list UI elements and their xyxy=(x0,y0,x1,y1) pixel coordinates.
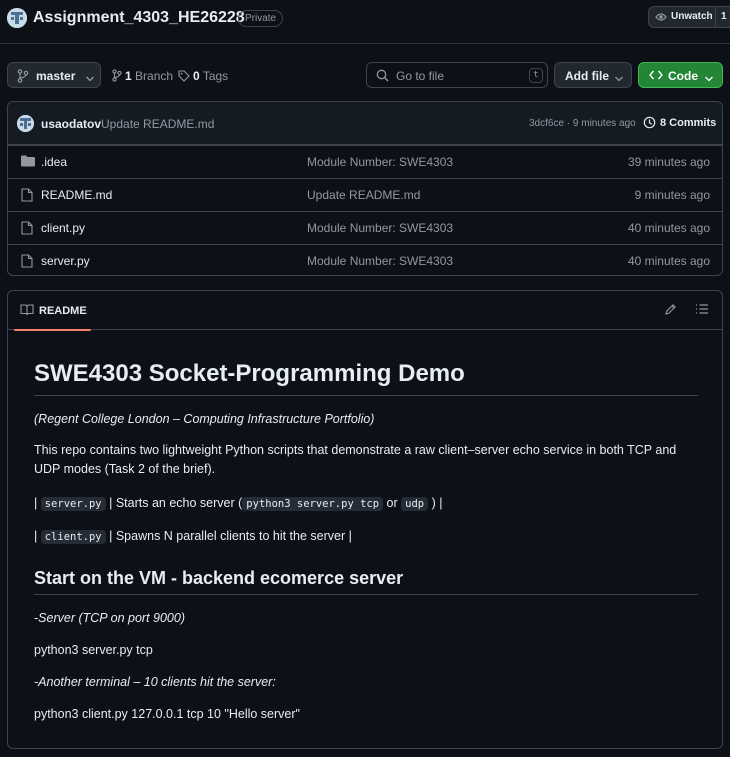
file-commit-message[interactable]: Module Number: SWE4303 xyxy=(307,254,453,268)
branch-icon xyxy=(17,69,29,86)
file-icon xyxy=(21,254,33,271)
unwatch-label: Unwatch xyxy=(671,11,713,22)
table-pipe: | xyxy=(34,529,38,543)
readme-title: SWE4303 Socket-Programming Demo xyxy=(34,359,698,396)
row-text: or xyxy=(386,496,398,510)
file-age: 9 minutes ago xyxy=(634,188,710,202)
history-icon xyxy=(643,116,656,133)
folder-icon xyxy=(21,155,35,170)
avatar[interactable] xyxy=(17,115,34,132)
go-to-file-input[interactable]: Go to file t xyxy=(366,62,548,88)
commits-count-label: 8 Commits xyxy=(660,117,717,129)
file-icon xyxy=(21,221,33,238)
search-icon xyxy=(376,69,389,85)
file-age: 39 minutes ago xyxy=(627,155,710,169)
subtitle-text: (Regent College London – Computing Infra… xyxy=(34,412,375,426)
eye-icon xyxy=(655,12,667,25)
file-name-link[interactable]: client.py xyxy=(41,221,85,235)
readme-server-row: | server.py | Starts an echo server (pyt… xyxy=(34,494,698,514)
commit-message-link[interactable]: Update README.md xyxy=(101,117,214,131)
commits-history-link[interactable]: 8 Commits xyxy=(643,116,716,133)
file-name-link[interactable]: .idea xyxy=(41,155,67,169)
file-age: 40 minutes ago xyxy=(627,254,710,268)
unwatch-button[interactable]: Unwatch 1 xyxy=(648,6,730,28)
commit-hash-time[interactable]: 3dcf6ce · 9 minutes ago xyxy=(529,118,636,130)
add-file-button[interactable]: Add file xyxy=(554,62,632,88)
file-age: 40 minutes ago xyxy=(627,221,710,235)
file-row[interactable]: .idea Module Number: SWE4303 39 minutes … xyxy=(8,145,722,178)
inline-code: server.py xyxy=(40,497,106,511)
branch-count: 1 xyxy=(125,69,132,83)
client-command: python3 client.py 127.0.0.1 tcp 10 "Hell… xyxy=(34,707,300,721)
button-divider xyxy=(715,7,716,27)
pencil-icon[interactable] xyxy=(664,303,677,319)
readme-intro: This repo contains two lightweight Pytho… xyxy=(34,443,677,476)
commit-author-link[interactable]: usaodatov xyxy=(41,117,101,131)
code-button[interactable]: Code xyxy=(638,62,723,88)
tag-word: Tags xyxy=(202,69,229,83)
go-to-file-placeholder: Go to file xyxy=(396,69,445,83)
branch-selector-button[interactable]: master xyxy=(7,62,101,88)
server-command: python3 server.py tcp xyxy=(34,643,153,657)
file-row[interactable]: README.md Update README.md 9 minutes ago xyxy=(8,178,722,211)
client-note-text: -Another terminal – 10 clients hit the s… xyxy=(34,675,276,689)
branch-icon xyxy=(112,69,122,85)
file-browser: usaodatov Update README.md 3dcf6ce · 9 m… xyxy=(7,101,723,276)
row-text: | Spawns N parallel clients to hit the s… xyxy=(109,529,352,543)
repo-owner-avatar[interactable] xyxy=(7,8,27,28)
file-commit-message[interactable]: Update README.md xyxy=(307,188,420,202)
branch-name: master xyxy=(36,69,76,83)
chevron-down-icon xyxy=(615,71,623,85)
branch-word: Branch xyxy=(135,69,174,83)
inline-code: udp xyxy=(401,497,429,511)
file-name-link[interactable]: server.py xyxy=(41,254,90,268)
keyboard-shortcut-hint: t xyxy=(529,68,543,83)
code-label: Code xyxy=(668,69,698,83)
repo-toolbar: master 1 Branch 0 Tags Go to file t Add … xyxy=(0,62,730,90)
tab-readme[interactable]: README xyxy=(8,291,91,331)
chevron-down-icon xyxy=(705,71,713,85)
chevron-down-icon xyxy=(86,71,94,85)
file-row[interactable]: server.py Module Number: SWE4303 40 minu… xyxy=(8,244,722,275)
row-text: ) | xyxy=(431,496,443,510)
tags-link[interactable]: 0 Tags xyxy=(178,69,228,85)
file-row[interactable]: client.py Module Number: SWE4303 40 minu… xyxy=(8,211,722,244)
server-note-text: -Server (TCP on port 9000) xyxy=(34,611,185,625)
server-note: -Server (TCP on port 9000) xyxy=(34,609,698,628)
readme-section-title: Start on the VM - backend ecomerce serve… xyxy=(34,567,698,595)
repo-header: Assignment_4303_HE26228 Private Unwatch … xyxy=(0,0,730,44)
file-commit-message[interactable]: Module Number: SWE4303 xyxy=(307,155,453,169)
readme-header: README xyxy=(8,291,722,331)
client-note: -Another terminal – 10 clients hit the s… xyxy=(34,673,698,692)
visibility-badge: Private xyxy=(238,10,284,27)
book-icon xyxy=(20,304,34,319)
readme-tab-label: README xyxy=(39,305,87,317)
add-file-label: Add file xyxy=(565,69,609,83)
outline-list-icon[interactable] xyxy=(695,303,709,318)
table-pipe: | xyxy=(34,496,38,510)
code-icon xyxy=(649,69,663,84)
readme-subtitle: (Regent College London – Computing Infra… xyxy=(34,410,698,429)
tag-icon xyxy=(178,70,190,85)
tag-count: 0 xyxy=(193,69,200,83)
watch-count: 1 xyxy=(721,11,727,22)
branches-link[interactable]: 1 Branch xyxy=(112,69,173,85)
latest-commit-bar: usaodatov Update README.md 3dcf6ce · 9 m… xyxy=(8,102,722,145)
readme-panel: README SWE4303 Socket-Programming Demo (… xyxy=(7,290,723,749)
file-commit-message[interactable]: Module Number: SWE4303 xyxy=(307,221,453,235)
active-tab-indicator xyxy=(14,329,91,331)
repo-name-link[interactable]: Assignment_4303_HE26228 xyxy=(33,8,245,28)
file-name-link[interactable]: README.md xyxy=(41,188,112,202)
inline-code: client.py xyxy=(40,530,106,544)
row-text: | Starts an echo server ( xyxy=(109,496,243,510)
file-icon xyxy=(21,188,33,205)
readme-client-row: | client.py | Spawns N parallel clients … xyxy=(34,527,698,547)
inline-code: python3 server.py tcp xyxy=(242,497,384,511)
